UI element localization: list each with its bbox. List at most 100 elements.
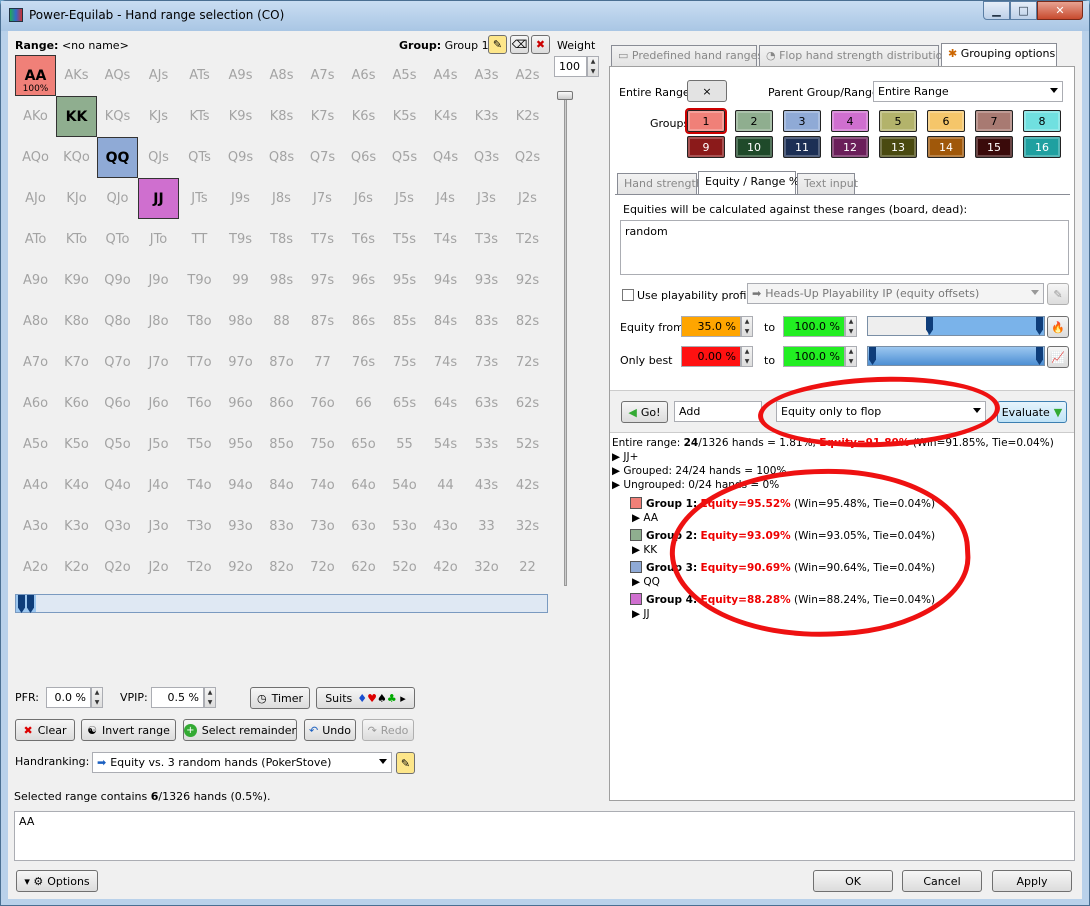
maximize-button[interactable]: □ <box>1010 1 1037 20</box>
hand-cell[interactable]: T8s <box>261 219 302 260</box>
hand-cell[interactable]: J3o <box>138 506 179 547</box>
hand-cell[interactable]: 96s <box>343 260 384 301</box>
hand-cell[interactable]: J8s <box>261 178 302 219</box>
hand-cell[interactable]: Q9s <box>220 137 261 178</box>
group-button-8[interactable]: 8 <box>1023 110 1061 132</box>
playability-edit-icon[interactable]: ✎ <box>1047 283 1069 305</box>
hand-cell[interactable]: AKo <box>15 96 56 137</box>
only-best-to-spinner[interactable]: ▲ ▼ <box>845 346 857 367</box>
hand-cell[interactable]: A3s <box>466 55 507 96</box>
hand-cell[interactable]: 72o <box>302 547 343 588</box>
edit-handranking-icon[interactable]: ✎ <box>396 752 415 774</box>
hand-cell[interactable]: AQo <box>15 137 56 178</box>
pfr-spinner[interactable]: ▲ ▼ <box>91 687 103 708</box>
hand-cell[interactable]: K2o <box>56 547 97 588</box>
hand-cell[interactable]: J2s <box>507 178 548 219</box>
hand-cell[interactable]: Q4o <box>97 465 138 506</box>
group-button-6[interactable]: 6 <box>927 110 965 132</box>
hand-cell[interactable]: 75o <box>302 424 343 465</box>
hand-cell[interactable]: KQo <box>56 137 97 178</box>
hand-cell[interactable]: 73s <box>466 342 507 383</box>
hand-cell[interactable]: 62o <box>343 547 384 588</box>
weight-input[interactable]: 100 <box>554 56 587 77</box>
hand-cell[interactable]: T9o <box>179 260 220 301</box>
eraser-icon[interactable]: ⌫ <box>510 35 529 54</box>
hand-cell[interactable]: 74s <box>425 342 466 383</box>
hand-cell[interactable]: JTs <box>179 178 220 219</box>
hand-cell[interactable]: A9o <box>15 260 56 301</box>
hand-cell[interactable]: A7o <box>15 342 56 383</box>
hand-cell[interactable]: 82s <box>507 301 548 342</box>
hand-cell[interactable]: AJo <box>15 178 56 219</box>
hand-cell[interactable]: A8s <box>261 55 302 96</box>
equity-slider-thumb-high[interactable] <box>1036 317 1043 335</box>
hand-cell[interactable]: 76s <box>343 342 384 383</box>
only-best-from-input[interactable]: 0.00 % <box>681 346 741 367</box>
hand-cell[interactable]: K4o <box>56 465 97 506</box>
hand-cell[interactable]: J5s <box>384 178 425 219</box>
hand-cell[interactable]: 65o <box>343 424 384 465</box>
hand-cell[interactable]: J8o <box>138 301 179 342</box>
hand-cell[interactable]: A6o <box>15 383 56 424</box>
hand-cell[interactable]: 83o <box>261 506 302 547</box>
hand-cell[interactable]: 64s <box>425 383 466 424</box>
hand-cell[interactable]: K4s <box>425 96 466 137</box>
hand-cell[interactable]: T4s <box>425 219 466 260</box>
equity-to-spinner[interactable]: ▲ ▼ <box>845 316 857 337</box>
hand-cell[interactable]: 92s <box>507 260 548 301</box>
hand-cell[interactable]: 63o <box>343 506 384 547</box>
pfr-input[interactable]: 0.0 % <box>46 687 91 708</box>
hand-cell[interactable]: A5o <box>15 424 56 465</box>
hand-cell[interactable]: JTo <box>138 219 179 260</box>
minimize-button[interactable]: ▁ <box>983 1 1010 20</box>
hand-cell[interactable]: 53o <box>384 506 425 547</box>
hand-cell[interactable]: J9s <box>220 178 261 219</box>
hand-cell[interactable]: J2o <box>138 547 179 588</box>
suits-button[interactable]: Suits ♦♥♠♣ ▸ <box>316 687 415 709</box>
hand-cell[interactable]: 83s <box>466 301 507 342</box>
apply-button[interactable]: Apply <box>992 870 1072 892</box>
hand-cell[interactable]: J4s <box>425 178 466 219</box>
vpip-spinner[interactable]: ▲ ▼ <box>204 687 216 708</box>
hand-cell[interactable]: 64o <box>343 465 384 506</box>
hand-cell[interactable]: 86s <box>343 301 384 342</box>
hand-cell[interactable]: 53s <box>466 424 507 465</box>
hand-cell[interactable]: 43s <box>466 465 507 506</box>
hand-cell[interactable]: T2s <box>507 219 548 260</box>
hand-cell[interactable]: 76o <box>302 383 343 424</box>
undo-button[interactable]: ↶ Undo <box>304 719 356 741</box>
only-best-thumb-high[interactable] <box>1036 347 1043 365</box>
hand-cell[interactable]: Q5o <box>97 424 138 465</box>
hand-cell[interactable]: Q8o <box>97 301 138 342</box>
equity-from-input[interactable]: 35.0 % <box>681 316 741 337</box>
hand-cell[interactable]: AA 100% <box>15 55 56 96</box>
hand-cell[interactable]: Q8s <box>261 137 302 178</box>
hand-cell[interactable]: Q7o <box>97 342 138 383</box>
hand-cell[interactable]: Q6o <box>97 383 138 424</box>
hand-cell[interactable]: 87o <box>261 342 302 383</box>
group-button-7[interactable]: 7 <box>975 110 1013 132</box>
subtab-text-input[interactable]: Text input <box>797 173 858 195</box>
add-mode-select[interactable]: Add <box>674 401 762 422</box>
hand-cell[interactable]: Q5s <box>384 137 425 178</box>
range-tree-jj[interactable]: ▶ JJ+ <box>612 451 638 463</box>
options-button[interactable]: ▾ ⚙ Options <box>16 870 98 892</box>
hand-cell[interactable]: 98s <box>261 260 302 301</box>
hand-cell[interactable]: T9s <box>220 219 261 260</box>
hand-cell[interactable]: A2o <box>15 547 56 588</box>
equity-slider-thumb-low[interactable] <box>926 317 933 335</box>
hand-cell[interactable]: AJs <box>138 55 179 96</box>
subtab-equity-range[interactable]: Equity / Range % <box>698 171 799 195</box>
hand-cell[interactable]: K6o <box>56 383 97 424</box>
group-button-3[interactable]: 3 <box>783 110 821 132</box>
hand-cell[interactable]: 66 <box>343 383 384 424</box>
flame-icon[interactable]: 🔥 <box>1047 316 1069 338</box>
hand-cell[interactable]: J7s <box>302 178 343 219</box>
hand-cell[interactable]: J6o <box>138 383 179 424</box>
hand-cell[interactable]: J6s <box>343 178 384 219</box>
hand-cell[interactable]: T4o <box>179 465 220 506</box>
hand-cell[interactable]: T8o <box>179 301 220 342</box>
group-button-12[interactable]: 12 <box>831 136 869 158</box>
chart-icon[interactable]: 📈 <box>1047 346 1069 368</box>
hand-cell[interactable]: 86o <box>261 383 302 424</box>
